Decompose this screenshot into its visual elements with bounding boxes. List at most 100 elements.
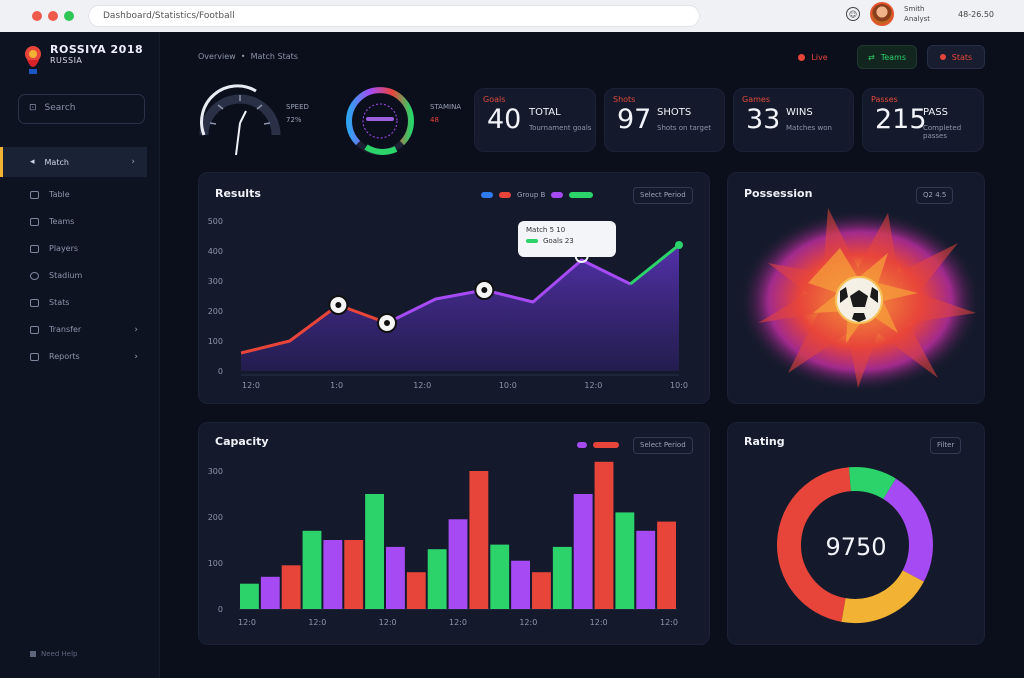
window-controls: [32, 11, 74, 21]
stat-card-goals[interactable]: 40 Goals TOTAL Tournament goals: [474, 88, 596, 152]
sidebar-item-stadium[interactable]: Stadium: [0, 262, 160, 289]
brand-text: ROSSIYA 2018 RUSSIA: [50, 43, 144, 66]
y-tick-label: 400: [208, 247, 223, 256]
possession-heatmap: [738, 208, 982, 393]
live-button[interactable]: Live: [781, 45, 845, 69]
stat-title: WINS: [786, 107, 813, 118]
bar: [490, 544, 510, 609]
sidebar-item-match[interactable]: ◂ Match ›: [0, 147, 147, 177]
bar: [657, 521, 676, 609]
soccer-ball-icon: [835, 276, 883, 324]
x-tick-label: 12:0: [584, 381, 602, 390]
bar: [386, 546, 405, 609]
y-tick-label: 0: [218, 605, 223, 614]
y-tick-label: 0: [218, 367, 223, 376]
sidebar-item-table[interactable]: Table: [0, 181, 160, 208]
sidebar-search[interactable]: ⊡ Search: [18, 94, 145, 124]
chevron-right-icon: ›: [134, 324, 138, 335]
bar: [302, 530, 322, 609]
stat-card-shots[interactable]: 97 Shots SHOTS Shots on target: [604, 88, 725, 152]
help-label: Need Help: [41, 650, 78, 658]
avatar[interactable]: [870, 2, 895, 26]
close-window-button[interactable]: [32, 11, 42, 21]
x-tick-label: 12:0: [590, 618, 608, 627]
stat-subtitle: Completed passes: [923, 124, 962, 140]
y-tick-label: 100: [208, 337, 223, 346]
x-tick-label: 12:0: [519, 618, 537, 627]
stat-subtitle: Matches won: [786, 124, 832, 132]
bar: [615, 512, 635, 609]
sidebar-item-transfer[interactable]: Transfer ›: [0, 316, 160, 343]
browser-toolbar: Dashboard/Statistics/Football ☺ Smith An…: [0, 0, 1024, 32]
teams-icon: [30, 217, 39, 226]
stats-button[interactable]: Stats: [927, 45, 985, 69]
record-icon: [939, 54, 946, 60]
teams-button[interactable]: ⇄ Teams: [857, 45, 917, 69]
results-line-chart: 0 100 200 300 400 500 12:0 1:0 12:0 10:0 12:0 10:0: [208, 217, 688, 390]
chevron-right-icon: ›: [134, 351, 138, 362]
breadcrumb-current: Match Stats: [250, 52, 298, 61]
minimize-window-button[interactable]: [48, 11, 58, 21]
x-tick-label: 10:0: [670, 381, 688, 390]
y-tick-label: 200: [208, 307, 223, 316]
bar: [448, 519, 468, 609]
stamina-gauge-label: STAMINA 48: [430, 101, 461, 127]
results-panel: Results Group B Select Period 0 100 200 300…: [198, 172, 710, 404]
stat-card-wins[interactable]: 33 Games WINS Matches won: [733, 88, 854, 152]
stamina-gauge: STAMINA 48: [338, 83, 468, 155]
speed-gauge-value: 72%: [286, 116, 302, 124]
world-cup-emblem-icon: [25, 46, 41, 74]
bar: [240, 583, 259, 609]
stat-card-passes[interactable]: 215 Passes PASS Completed passes: [862, 88, 984, 152]
stat-title: PASS: [923, 107, 948, 118]
stat-subtitle: Shots on target: [657, 124, 712, 132]
x-tick-label: 12:0: [308, 618, 326, 627]
stats-icon: [30, 298, 39, 307]
search-icon: ⊡: [29, 103, 37, 113]
user-name: Smith: [904, 5, 925, 13]
speed-gauge-label: SPEED 72%: [286, 101, 309, 127]
user-info: Smith Analyst: [904, 4, 930, 24]
sidebar-item-label: Stadium: [49, 271, 83, 280]
chat-icon[interactable]: ☺: [846, 7, 861, 21]
rating-panel: Rating Filter 9750: [727, 422, 985, 645]
donut-slice: [849, 467, 896, 500]
area-fill: [241, 245, 679, 371]
sidebar-item-reports[interactable]: Reports ›: [0, 343, 160, 370]
brand-title: ROSSIYA 2018: [50, 43, 144, 56]
sidebar-item-label: Stats: [49, 298, 70, 307]
header-date: 48-26.50: [958, 9, 994, 19]
brand-logo[interactable]: ROSSIYA 2018 RUSSIA: [22, 44, 143, 76]
chrome-user-area: ☺ Smith Analyst 48-26.50: [846, 2, 994, 26]
stat-value: 97: [617, 104, 652, 135]
ball-marker-center: [481, 287, 488, 293]
bar: [427, 549, 447, 609]
stamina-ring-icon: [346, 87, 414, 155]
y-tick-label: 500: [208, 217, 223, 226]
chart-tooltip: Match 5 10 Goals 23: [518, 221, 616, 257]
address-bar[interactable]: Dashboard/Statistics/Football: [88, 5, 700, 27]
tooltip-swatch: [526, 239, 538, 243]
stat-caption: Games: [742, 95, 770, 104]
sidebar-item-stats[interactable]: Stats: [0, 289, 160, 316]
speed-gauge: SPEED 72%: [196, 83, 316, 156]
donut-center-value: 9750: [825, 533, 887, 561]
share-icon: ⇄: [868, 52, 875, 62]
sidebar-item-label: Transfer: [49, 325, 82, 334]
x-tick-label: 12:0: [413, 381, 431, 390]
stat-caption: Passes: [871, 95, 898, 104]
bar: [323, 540, 343, 609]
sidebar-item-label: Table: [49, 190, 70, 199]
user-role: Analyst: [904, 15, 931, 23]
help-link[interactable]: Need Help: [30, 650, 77, 658]
breadcrumb-overview[interactable]: Overview: [198, 52, 236, 61]
live-button-label: Live: [811, 52, 828, 62]
bar: [260, 576, 280, 609]
speed-gauge-title: SPEED: [286, 103, 309, 111]
sidebar-item-players[interactable]: Players: [0, 235, 160, 262]
ball-marker-center: [335, 302, 342, 308]
maximize-window-button[interactable]: [64, 11, 74, 21]
stat-value: 33: [746, 104, 781, 135]
bar: [573, 494, 593, 609]
sidebar-item-teams[interactable]: Teams: [0, 208, 160, 235]
